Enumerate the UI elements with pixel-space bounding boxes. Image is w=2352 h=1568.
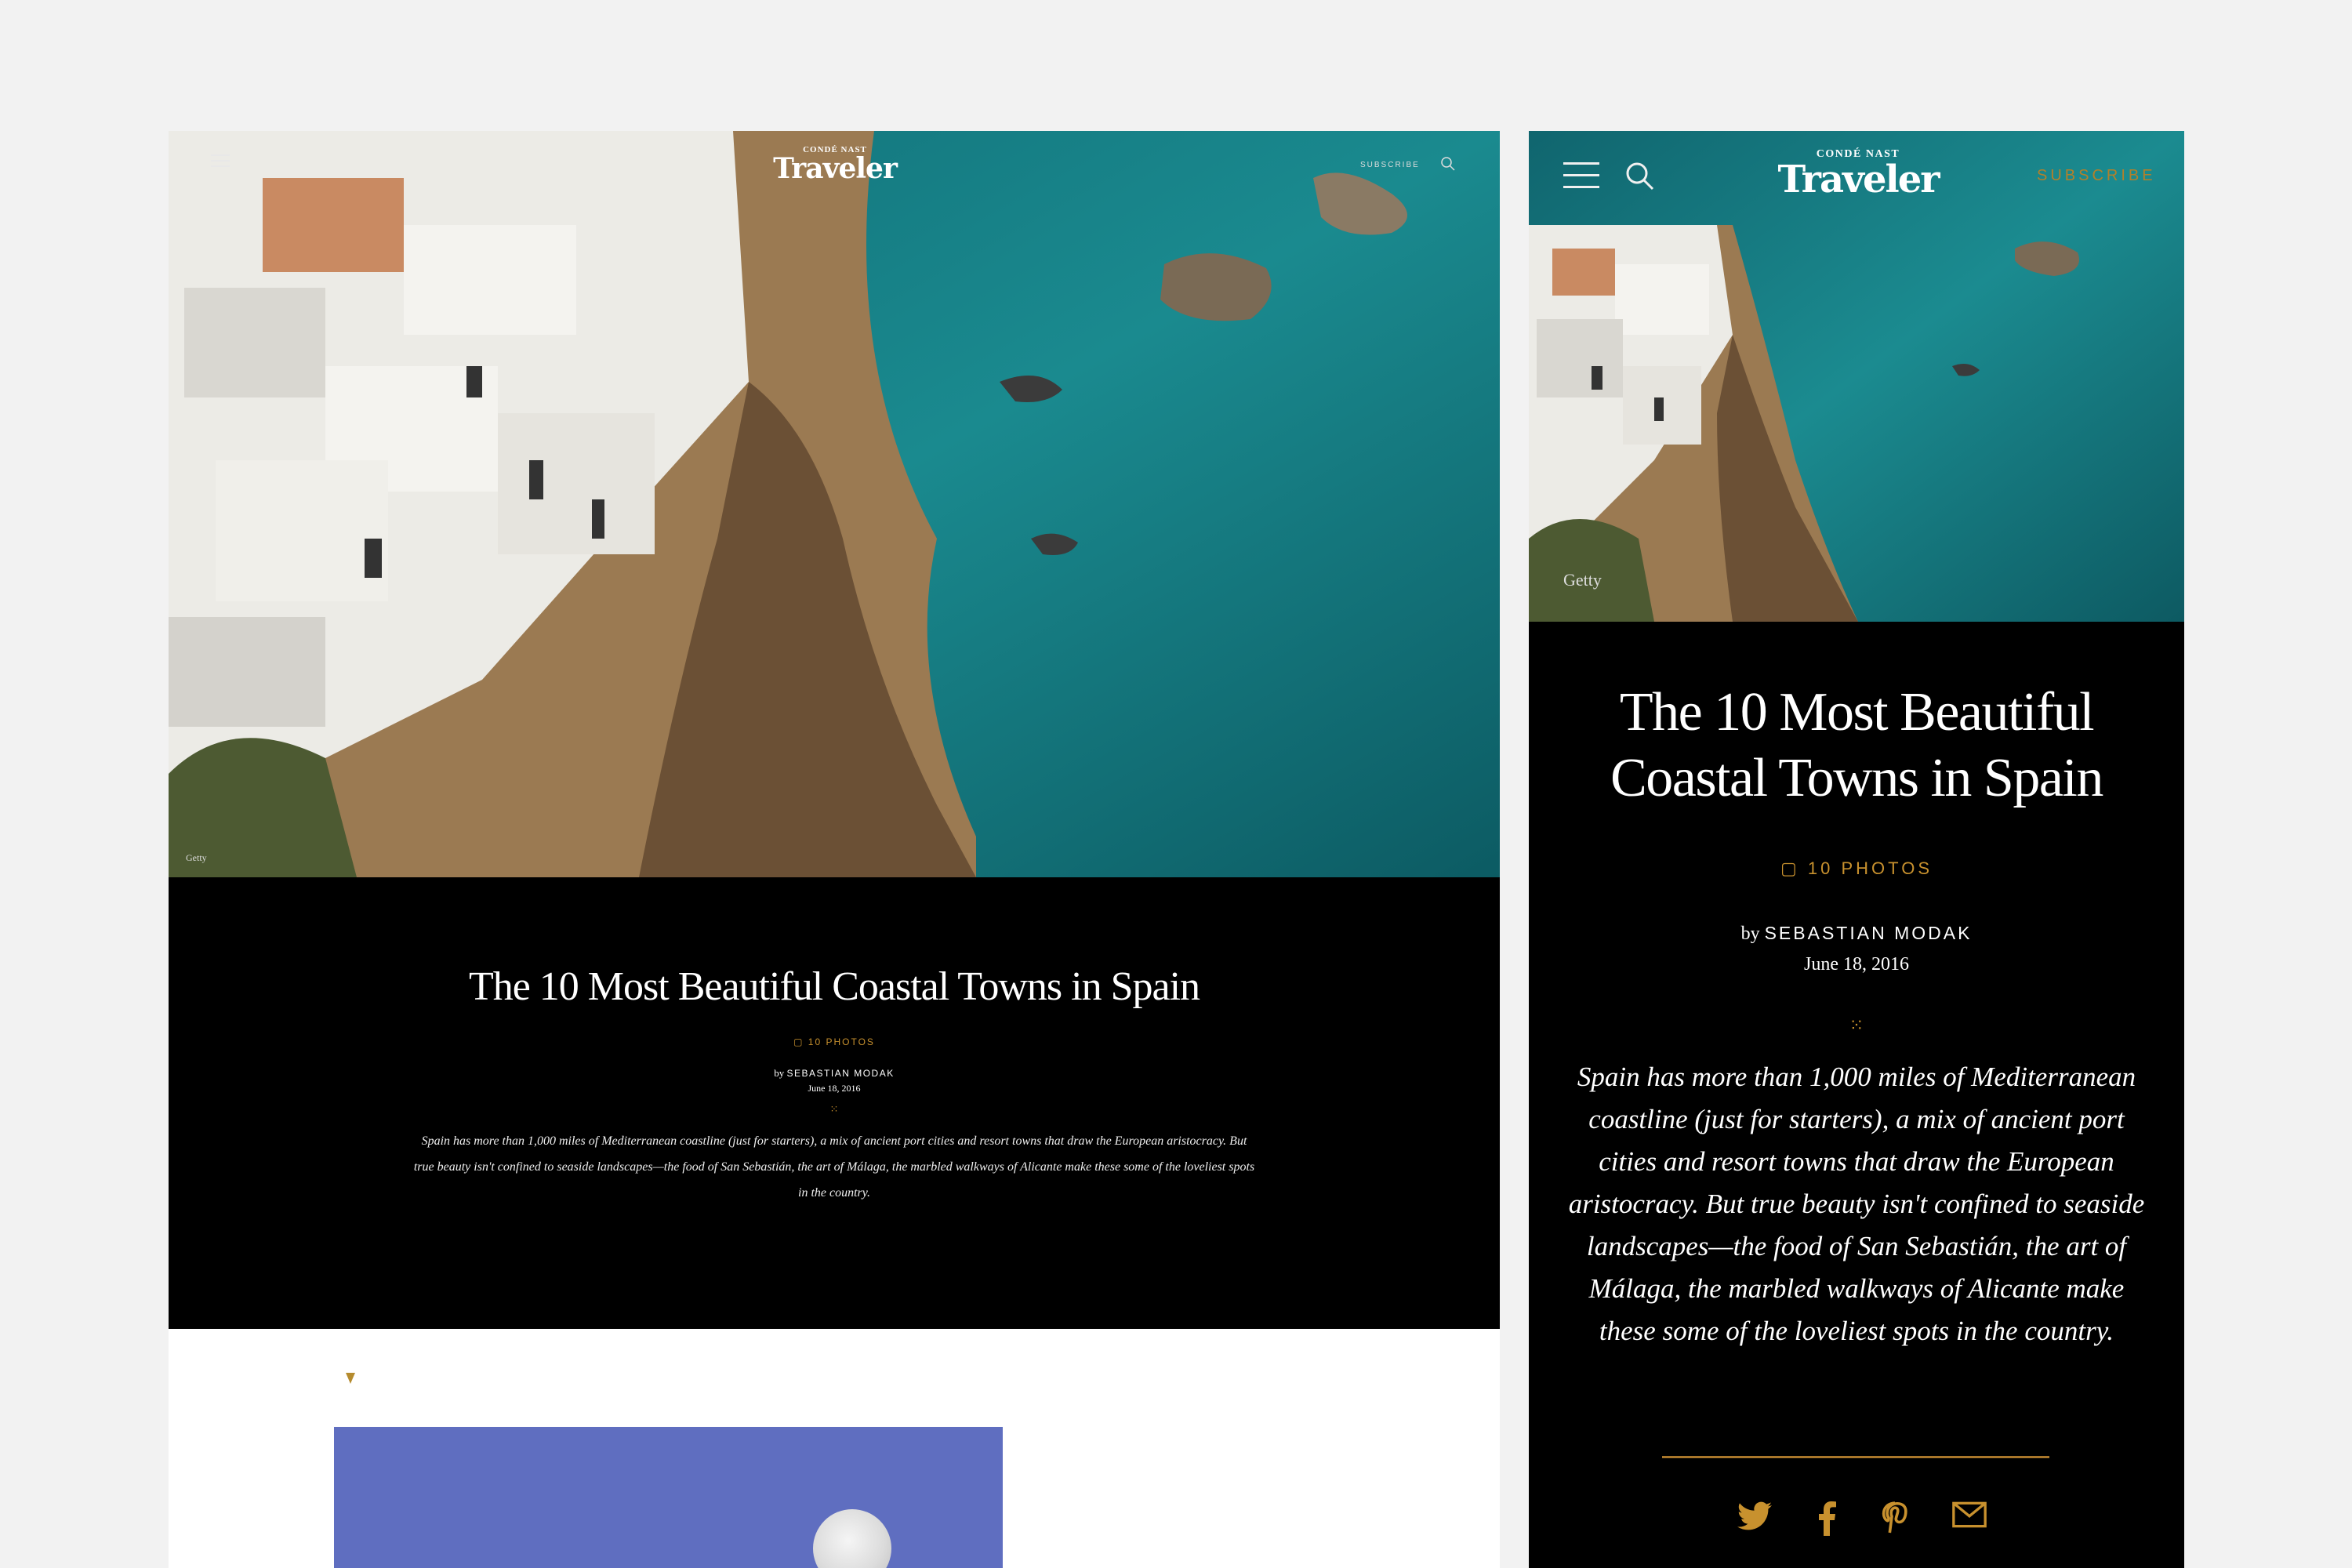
desktop-nav: CONDÉ NAST Traveler SUBSCRIBE [169,131,1500,194]
coastal-town-photo [1529,131,2184,622]
article-title-line2: Coastal Towns in Spain [1610,748,2103,808]
hero-image: CONDÉ NAST Traveler SUBSCRIBE Getty [169,131,1500,877]
photo-credit: Getty [1563,570,1602,590]
gallery-image[interactable] [334,1427,1003,1568]
subscribe-link[interactable]: SUBSCRIBE [1360,161,1420,169]
brand-name: Traveler [773,152,898,185]
desktop-article-view: CONDÉ NAST Traveler SUBSCRIBE Getty The … [169,131,1500,1568]
photo-count-link[interactable]: ▢ 10 PHOTOS [1529,858,2184,879]
coastal-town-photo [169,131,1500,877]
search-icon[interactable] [1624,161,1656,192]
pinterest-icon[interactable] [1881,1501,1909,1536]
article-header: The 10 Most Beautiful Coastal Towns in S… [169,877,1500,1414]
article-dek: Spain has more than 1,000 miles of Medit… [1568,1062,2145,1346]
photo-count-link[interactable]: ▢ 10 PHOTOS [169,1036,1500,1047]
subscribe-link[interactable]: SUBSCRIBE [2037,167,2156,185]
article-body [169,1329,1500,1568]
mobile-article-view: CONDÉ NAST Traveler SUBSCRIBE Getty The … [1529,131,2184,1568]
article-title: The 10 Most Beautiful Coastal Towns in S… [1529,680,2184,811]
menu-icon[interactable] [1563,162,1599,189]
search-icon[interactable] [1440,156,1456,172]
brand-logo[interactable]: CONDÉ NAST Traveler [764,145,906,183]
publish-date: June 18, 2016 [1804,954,1909,975]
photo-count: 10 PHOTOS [808,1036,875,1047]
twitter-icon[interactable] [1736,1501,1773,1533]
article-dek: Spain has more than 1,000 miles of Medit… [413,1134,1255,1200]
share-bar [1736,1501,1987,1541]
photo-count: 10 PHOTOS [1807,858,1933,878]
ornament-divider: ⁙ [1849,1015,1864,1035]
byline: by SEBASTIAN MODAK [169,1067,1500,1080]
email-icon[interactable] [1952,1501,1987,1528]
byline: by SEBASTIAN MODAK [1529,923,2184,945]
author-link[interactable]: SEBASTIAN MODAK [1765,923,1973,943]
divider-rule [1662,1456,2049,1458]
publish-date: June 18, 2016 [808,1083,861,1094]
brand-logo[interactable]: CONDÉ NAST Traveler [1764,148,1952,198]
menu-icon[interactable] [211,154,230,169]
gallery-icon: ▢ [1780,858,1808,878]
author-link[interactable]: SEBASTIAN MODAK [787,1068,895,1079]
brand-name: Traveler [1777,158,1940,201]
moon-image [813,1509,891,1568]
gallery-icon: ▢ [793,1036,808,1047]
ornament-divider: ⁙ [829,1103,839,1115]
photo-credit: Getty [186,852,207,863]
byline-prefix: by [774,1067,785,1079]
byline-prefix: by [1740,924,1760,944]
article-title-line1: The 10 Most Beautiful [1619,682,2095,742]
caret-icon [346,1373,355,1384]
hero-image: CONDÉ NAST Traveler SUBSCRIBE Getty [1529,131,2184,622]
article-title: The 10 Most Beautiful Coastal Towns in S… [468,964,1200,1009]
facebook-icon[interactable] [1817,1501,1837,1536]
